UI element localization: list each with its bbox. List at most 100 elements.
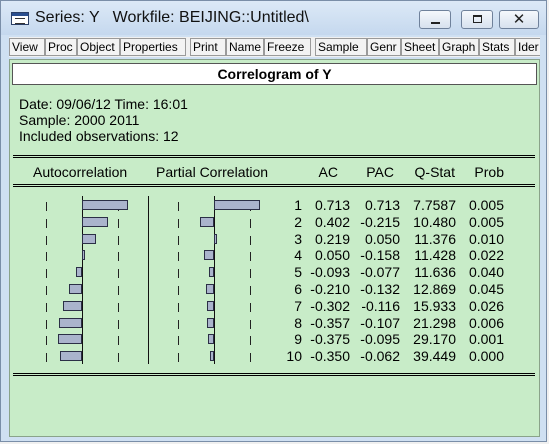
prob-value-cell: 0.001 [468,331,504,348]
pac-confidence-left [178,202,179,211]
lag-cell: 4 [294,247,302,264]
pac-bar [203,250,214,261]
stats-button[interactable]: Stats [479,38,515,56]
title-bar[interactable]: Series: Y Workfile: BEIJING::Untitled\ ✕ [1,1,546,35]
pac-confidence-right [250,353,251,363]
pac-value-cell: -0.062 [360,348,400,365]
window-icon [11,12,29,25]
rule-top-1 [13,155,535,156]
prob-header: Prob [474,164,504,180]
pac-confidence-right [250,218,251,228]
name-button[interactable]: Name [226,38,264,56]
ac-bar [68,284,82,294]
ac-bar [59,317,82,328]
proc-button[interactable]: Proc [45,38,77,56]
maximize-icon [473,15,482,23]
pac-bar [214,233,218,244]
autocorrelation-header: Autocorrelation [33,164,128,180]
prob-value-cell: 0.040 [468,264,504,281]
rule-bottom-1 [13,373,535,374]
qstat-value-cell: 12.869 [413,281,456,297]
ac-value-cell: 0.219 [314,230,350,247]
qstat-value-cell: 39.449 [413,348,456,365]
pac-value-cell: 0.713 [364,197,400,213]
ac-value-cell: -0.210 [310,281,350,297]
ac-header: AC [318,164,338,180]
ac-confidence-right [118,235,119,245]
pac-bar [210,351,214,362]
pac-value-cell: 0.050 [364,230,400,247]
ac-confidence-left [46,302,47,312]
pac-confidence-right [250,252,251,262]
ac-value-cell: -0.302 [310,297,350,314]
pac-value-cell: -0.107 [360,314,400,331]
sheet-button[interactable]: Sheet [401,38,439,56]
genr-button[interactable]: Genr [367,38,401,56]
rule-top-2 [13,157,535,158]
object-button[interactable]: Object [77,38,120,56]
view-button[interactable]: View [9,38,45,56]
ac-value-cell: 0.713 [314,197,350,213]
correlogram-title: Correlogram of Y [12,63,537,85]
pac-confidence-left [178,286,179,295]
ac-bar [59,351,82,362]
pac-bar [205,284,214,294]
lag-cell: 9 [294,331,302,348]
prob-value-cell: 0.005 [468,197,504,213]
ac-value-cell: -0.350 [310,348,350,365]
pac-zero-axis [214,196,215,364]
ac-value-cell: 0.402 [314,213,350,230]
pac-bar [214,200,260,210]
minimize-button[interactable] [419,10,451,29]
ac-confidence-left [46,235,47,245]
pac-bar [200,216,214,227]
lag-cell: 3 [294,230,302,247]
ac-confidence-right [118,269,119,279]
qstat-value-cell: 15.933 [413,297,456,314]
correlogram-panel[interactable]: Correlogram of Y Date: 09/06/12 Time: 16… [9,59,540,437]
minimize-icon [431,22,440,24]
ac-value-cell: -0.375 [310,331,350,348]
qstat-value-cell: 10.480 [413,213,456,230]
qstat-value-cell: 11.428 [414,247,456,264]
freeze-button[interactable]: Freeze [264,38,311,56]
ac-bar [62,300,82,311]
date-line: Date: 09/06/12 Time: 16:01 [19,96,188,112]
pac-value-cell: -0.158 [360,247,400,264]
series-window: Series: Y Workfile: BEIJING::Untitled\ ✕… [0,0,547,442]
prob-value-cell: 0.005 [468,213,504,230]
pac-value-cell: -0.116 [361,297,400,314]
pac-confidence-left [178,319,179,329]
pac-confidence-right [250,235,251,245]
prob-value-cell: 0.022 [468,247,504,264]
toolbar: View Proc Object Properties Print Name F… [9,37,540,57]
prob-value-cell: 0.006 [468,314,504,331]
ac-value-cell: 0.050 [314,247,350,264]
ac-confidence-right [118,302,119,312]
pac-confidence-right [250,269,251,279]
pac-confidence-right [250,286,251,295]
ac-bar [82,200,128,210]
print-button[interactable]: Print [190,38,226,56]
pac-confidence-right [250,302,251,312]
prob-value-cell: 0.026 [468,297,504,314]
close-button[interactable]: ✕ [499,10,539,29]
graph-button[interactable]: Graph [439,38,479,56]
lag-cell: 8 [294,314,302,331]
pac-value-cell: -0.077 [360,264,400,281]
column-separator [148,196,149,364]
ac-confidence-left [46,319,47,329]
lag-cell: 1 [294,197,302,213]
properties-button[interactable]: Properties [120,38,186,56]
lag-cell: 2 [294,213,302,230]
lag-cell: 7 [294,297,302,314]
sample-button[interactable]: Sample [315,38,367,56]
window-title: Series: Y Workfile: BEIJING::Untitled\ [35,9,309,26]
ac-bar [82,216,108,227]
ac-confidence-right [118,252,119,262]
maximize-button[interactable] [461,10,493,29]
ac-confidence-left [46,336,47,346]
ident-button[interactable]: Ider [515,38,540,56]
partial-correlation-header: Partial Correlation [156,164,269,180]
qstat-value-cell: 21.298 [413,314,456,331]
